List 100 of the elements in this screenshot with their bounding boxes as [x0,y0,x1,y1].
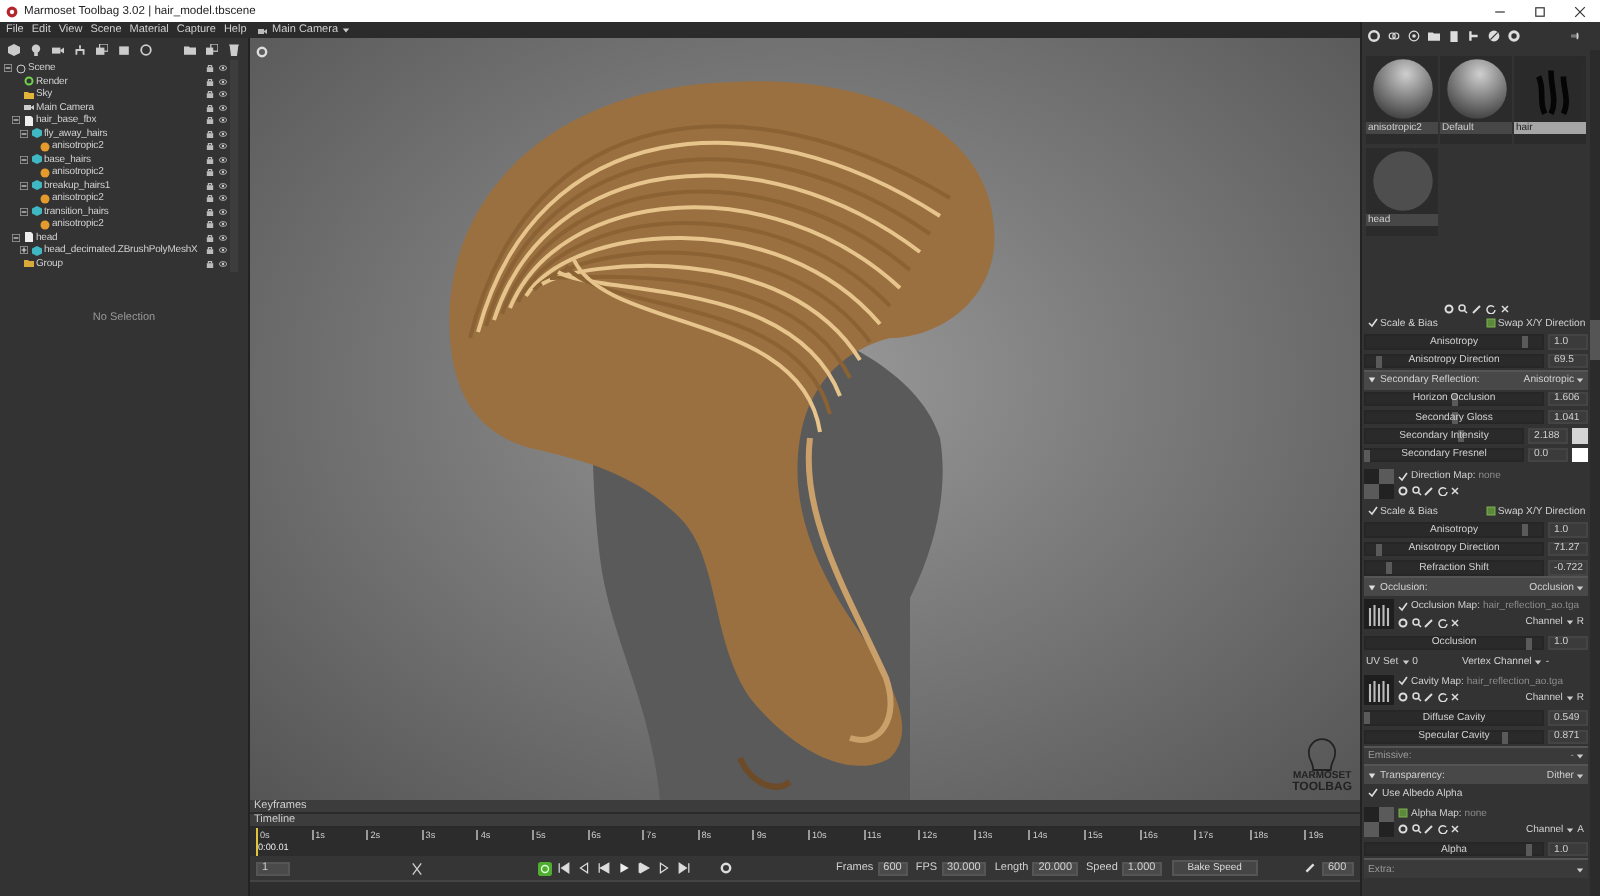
collapse-icon[interactable] [20,207,28,216]
slider-thumb[interactable] [1522,336,1529,349]
eye-icon[interactable] [218,246,228,254]
reload-icon[interactable] [1437,486,1447,497]
settings-icon[interactable] [1398,617,1408,628]
duplicate-icon[interactable] [206,43,218,55]
pen-icon[interactable] [1424,617,1434,628]
step-forward-icon[interactable] [658,862,670,874]
pen-icon[interactable] [1424,692,1434,703]
eye-icon[interactable] [218,259,228,267]
lock-icon[interactable] [206,181,214,189]
texture-thumbnail[interactable] [1364,673,1394,706]
eye-icon[interactable] [218,181,228,189]
settings-icon[interactable] [1398,486,1408,497]
play-icon[interactable] [618,862,630,874]
lock-icon[interactable] [206,155,214,163]
lock-icon[interactable] [206,116,214,124]
checkmark-icon[interactable] [1398,471,1408,482]
camera-icon[interactable] [52,43,64,55]
lock-icon[interactable] [206,259,214,267]
lock-icon[interactable] [206,246,214,254]
lock-icon[interactable] [206,90,214,98]
eye-icon[interactable] [218,77,228,85]
trash-icon[interactable] [228,43,240,55]
slider-thumb[interactable] [1376,543,1383,556]
sphere-thumbnail[interactable] [1445,58,1507,120]
expand-triangle-icon[interactable] [1368,583,1376,592]
play-step-icon[interactable] [638,862,650,874]
slider-thumb[interactable] [1525,637,1532,650]
texture-thumbnail[interactable] [1364,598,1394,631]
eye-icon[interactable] [218,233,228,241]
lock-icon[interactable] [206,142,214,150]
checkmark-icon[interactable] [1368,788,1378,798]
collapse-icon[interactable] [12,116,20,125]
link-icon[interactable] [1304,862,1316,874]
lock-icon[interactable] [206,194,214,202]
eye-icon[interactable] [218,64,228,72]
maximize-icon[interactable] [1534,5,1546,17]
slider-thumb[interactable] [1525,843,1532,856]
eye-icon[interactable] [218,155,228,163]
step-back-icon[interactable] [578,862,590,874]
lock-icon[interactable] [206,220,214,228]
reload-icon[interactable] [1437,617,1447,628]
close-icon[interactable] [1574,5,1586,17]
settings-icon[interactable] [720,862,732,874]
collapse-icon[interactable] [4,64,12,73]
checkbox-icon[interactable] [1398,808,1408,819]
reload-icon[interactable] [1485,304,1495,314]
search-icon[interactable] [1457,304,1467,314]
expand-triangle-icon[interactable] [1368,376,1376,385]
hierarchy-icon[interactable] [74,43,86,55]
settings-icon[interactable] [1443,304,1453,314]
eye-icon[interactable] [218,207,228,215]
slider-thumb[interactable] [1457,430,1464,443]
lock-icon[interactable] [206,103,214,111]
eye-icon[interactable] [218,116,228,124]
add-icon[interactable] [1368,30,1380,42]
slider-thumb[interactable] [1376,355,1383,368]
loop-icon[interactable] [538,861,552,875]
color-swatch[interactable] [1572,428,1588,444]
slider-thumb[interactable] [1364,712,1370,725]
layers-icon[interactable] [96,43,108,55]
checkbox-icon[interactable] [1485,506,1496,517]
settings-icon[interactable] [1398,824,1408,835]
play-reverse-icon[interactable] [598,862,610,874]
eye-icon[interactable] [218,103,228,111]
color-swatch[interactable] [1572,447,1588,463]
eye-icon[interactable] [218,194,228,202]
search-icon[interactable] [1411,617,1421,628]
folder-icon[interactable] [184,43,196,55]
link-icon[interactable] [1388,30,1400,42]
minimize-icon[interactable] [1494,5,1506,17]
collapse-icon[interactable] [12,233,20,242]
checkmark-icon[interactable] [1368,506,1378,517]
expand-triangle-icon[interactable] [1368,771,1376,780]
lock-icon[interactable] [206,77,214,85]
lock-icon[interactable] [206,207,214,215]
slider-thumb[interactable] [1522,524,1529,537]
box-icon[interactable] [118,43,130,55]
search-icon[interactable] [1411,692,1421,703]
pen-icon[interactable] [1424,486,1434,497]
sphere-thumbnail[interactable] [1371,150,1433,212]
gear-icon[interactable] [1508,30,1520,42]
reload-icon[interactable] [1437,692,1447,703]
slider-thumb[interactable] [1452,411,1458,424]
checkmark-icon[interactable] [1398,676,1408,687]
settings-icon[interactable] [256,46,268,58]
slider-icon[interactable] [1566,32,1584,40]
lock-icon[interactable] [206,168,214,176]
skip-end-icon[interactable] [678,862,690,874]
reload-icon[interactable] [1437,824,1447,835]
clipboard-icon[interactable] [1448,30,1460,42]
scrollbar[interactable] [1590,50,1600,896]
checkbox-icon[interactable] [1485,318,1496,329]
eye-icon[interactable] [218,129,228,137]
eye-icon[interactable] [218,90,228,98]
target-icon[interactable] [1408,30,1420,42]
bulb-icon[interactable] [30,43,42,55]
folder-icon[interactable] [1428,30,1440,42]
pen-icon[interactable] [1424,824,1434,835]
